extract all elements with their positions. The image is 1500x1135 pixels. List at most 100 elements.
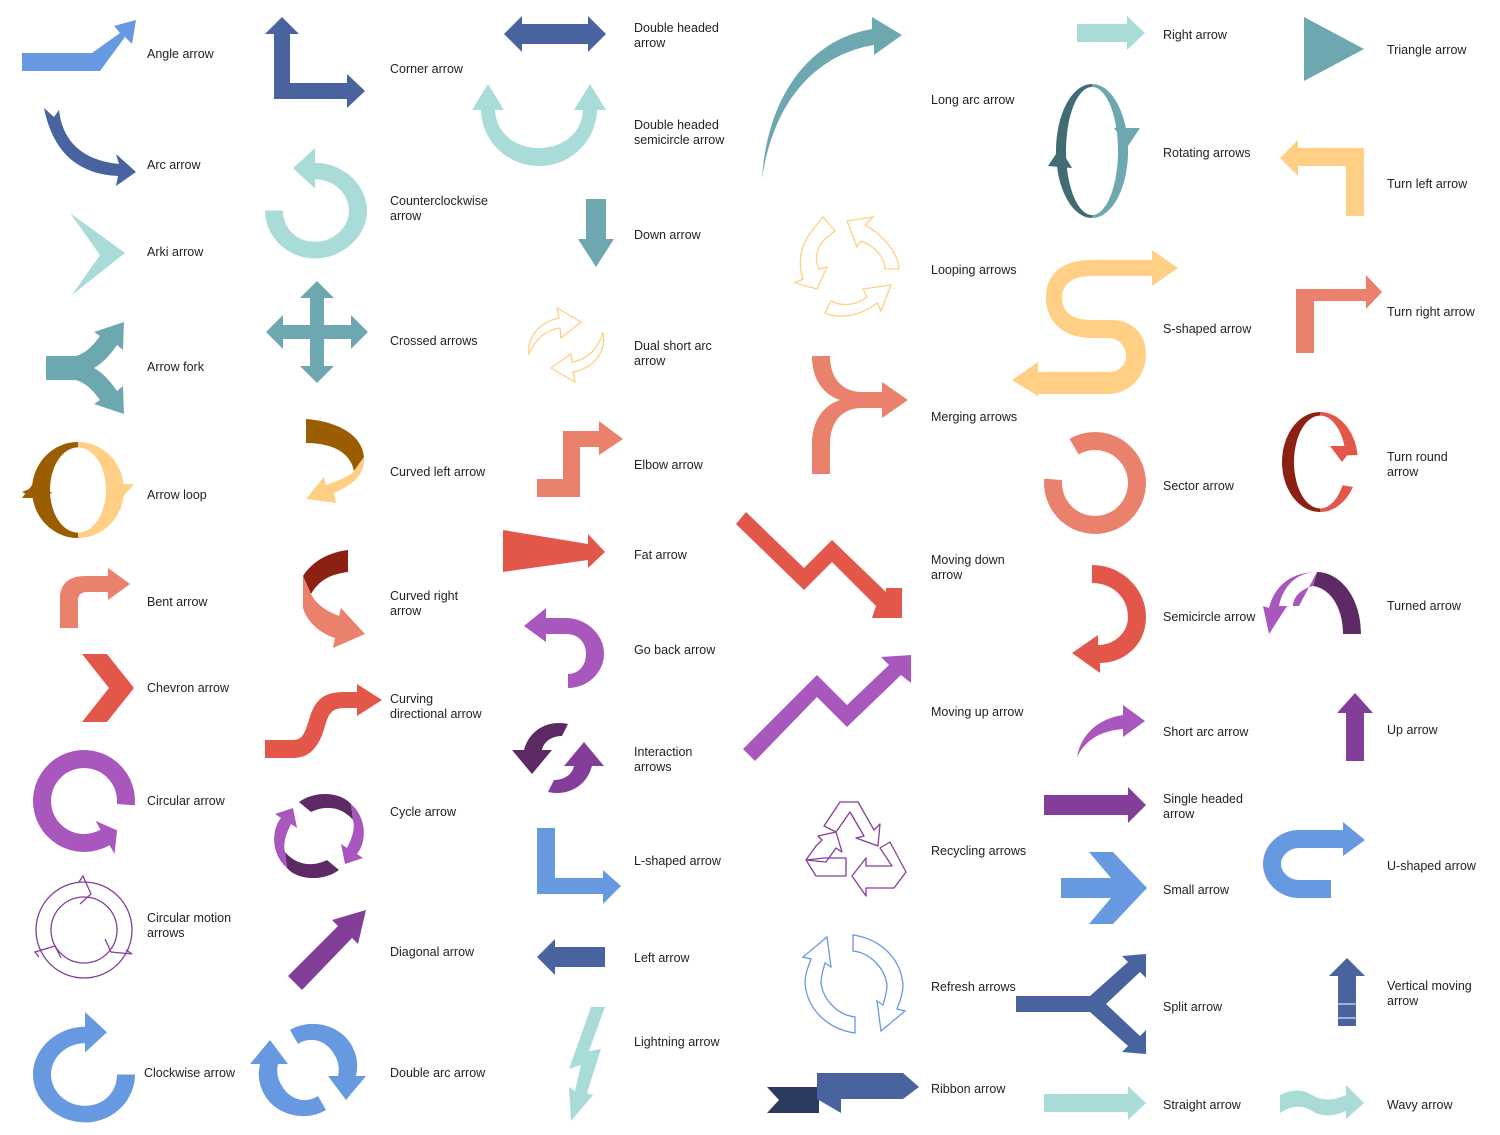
merging-arrows-label: Merging arrows bbox=[931, 410, 1018, 424]
interaction-arrows-icon[interactable] bbox=[510, 720, 606, 796]
vertical-moving-arrow-shape bbox=[1329, 958, 1365, 1026]
double-arc-arrow-icon[interactable] bbox=[250, 1018, 368, 1122]
curving-directional-arrow-icon[interactable] bbox=[265, 684, 383, 759]
double-arc-arrow-label: Double arc arrow bbox=[390, 1066, 486, 1080]
corner-arrow-shape bbox=[265, 17, 365, 108]
arki-arrow-icon[interactable] bbox=[70, 213, 126, 295]
small-arrow-icon[interactable] bbox=[1061, 852, 1147, 924]
counterclockwise-arrow-shape bbox=[265, 148, 367, 259]
angle-arrow-icon[interactable] bbox=[22, 20, 137, 75]
ribbon-arrow-shape bbox=[767, 1073, 919, 1113]
arc-arrow-icon[interactable] bbox=[44, 108, 139, 188]
interaction-arrows-shape bbox=[512, 723, 604, 793]
short-arc-arrow-icon[interactable] bbox=[1077, 705, 1145, 757]
looping-arrows-icon[interactable] bbox=[793, 215, 903, 321]
angle-arrow-label: Angle arrow bbox=[147, 47, 214, 61]
diagonal-arrow-shape bbox=[288, 910, 366, 990]
wavy-arrow-shape bbox=[1280, 1085, 1364, 1119]
turn-right-arrow-icon[interactable] bbox=[1296, 275, 1382, 353]
curved-left-arrow-shape bbox=[306, 419, 365, 503]
curving-directional-arrow-label: Curving directional arrow bbox=[390, 692, 482, 721]
rotating-arrows-label: Rotating arrows bbox=[1163, 146, 1251, 160]
single-headed-arrow-icon[interactable] bbox=[1044, 787, 1146, 823]
arrow-fork-label: Arrow fork bbox=[147, 360, 204, 374]
arrow-loop-icon[interactable] bbox=[22, 440, 134, 540]
dual-short-arc-arrow-shape bbox=[528, 306, 605, 384]
semicircle-arrow-icon[interactable] bbox=[1072, 565, 1146, 673]
u-shaped-arrow-icon[interactable] bbox=[1263, 822, 1365, 898]
left-arrow-shape bbox=[537, 939, 605, 975]
rotating-arrows-icon[interactable] bbox=[1044, 82, 1140, 220]
chevron-arrow-icon[interactable] bbox=[82, 654, 134, 722]
arc-arrow-shape bbox=[44, 108, 136, 186]
curved-right-arrow-icon[interactable] bbox=[303, 550, 367, 652]
moving-down-arrow-icon[interactable] bbox=[736, 512, 904, 620]
diagonal-arrow-icon[interactable] bbox=[288, 910, 366, 990]
triangle-arrow-icon[interactable] bbox=[1304, 17, 1364, 81]
curved-left-arrow-icon[interactable] bbox=[304, 419, 366, 521]
bent-arrow-shape bbox=[60, 568, 130, 628]
arrow-loop-shape bbox=[22, 442, 134, 538]
arc-arrow-label: Arc arrow bbox=[147, 158, 201, 172]
clockwise-arrow-icon[interactable] bbox=[33, 1012, 135, 1123]
turn-left-arrow-label: Turn left arrow bbox=[1387, 177, 1468, 191]
fat-arrow-icon[interactable] bbox=[503, 530, 605, 572]
long-arc-arrow-icon[interactable] bbox=[762, 17, 902, 179]
circular-arrow-icon[interactable] bbox=[33, 750, 135, 854]
cycle-arrow-icon[interactable] bbox=[271, 790, 367, 882]
small-arrow-label: Small arrow bbox=[1163, 883, 1229, 897]
turn-left-arrow-icon[interactable] bbox=[1280, 140, 1366, 216]
bent-arrow-icon[interactable] bbox=[60, 568, 130, 628]
split-arrow-icon[interactable] bbox=[1016, 954, 1146, 1054]
single-headed-arrow-shape bbox=[1044, 787, 1146, 823]
triangle-arrow-label: Triangle arrow bbox=[1387, 43, 1467, 57]
lightning-arrow-icon[interactable] bbox=[567, 1007, 605, 1121]
straight-arrow-icon[interactable] bbox=[1044, 1086, 1146, 1120]
vertical-moving-arrow-icon[interactable] bbox=[1329, 958, 1365, 1026]
double-headed-arrow-icon[interactable] bbox=[504, 16, 606, 52]
dual-short-arc-arrow-icon[interactable] bbox=[527, 302, 607, 388]
double-headed-semicircle-arrow-icon[interactable] bbox=[472, 84, 606, 168]
ribbon-arrow-icon[interactable] bbox=[767, 1073, 919, 1113]
sector-arrow-label: Sector arrow bbox=[1163, 479, 1234, 493]
circular-motion-arrows-shape bbox=[33, 874, 133, 979]
circular-arrow-shape bbox=[33, 750, 135, 854]
recycling-arrows-icon[interactable] bbox=[805, 800, 908, 897]
counterclockwise-arrow-icon[interactable] bbox=[265, 148, 367, 259]
up-arrow-icon[interactable] bbox=[1337, 693, 1373, 761]
dual-short-arc-arrow-label: Dual short arc arrow bbox=[634, 339, 712, 368]
wavy-arrow-icon[interactable] bbox=[1280, 1085, 1364, 1121]
go-back-arrow-icon[interactable] bbox=[524, 608, 604, 688]
up-arrow-shape bbox=[1337, 693, 1373, 761]
elbow-arrow-icon[interactable] bbox=[537, 421, 623, 497]
sector-arrow-shape bbox=[1044, 432, 1146, 534]
refresh-arrows-icon[interactable] bbox=[801, 934, 907, 1034]
arrow-loop-label: Arrow loop bbox=[147, 488, 207, 502]
moving-up-arrow-icon[interactable] bbox=[743, 655, 911, 763]
small-arrow-shape bbox=[1061, 852, 1147, 924]
turn-round-arrow-label: Turn round arrow bbox=[1387, 450, 1448, 479]
arrow-fork-icon[interactable] bbox=[46, 322, 126, 414]
arrow-fork-shape bbox=[46, 322, 124, 414]
sector-arrow-icon[interactable] bbox=[1044, 432, 1146, 534]
turned-arrow-icon[interactable] bbox=[1263, 572, 1363, 634]
corner-arrow-icon[interactable] bbox=[265, 17, 367, 117]
left-arrow-icon[interactable] bbox=[537, 939, 605, 975]
merging-arrows-icon[interactable] bbox=[812, 356, 908, 474]
double-headed-arrow-label: Double headed arrow bbox=[634, 21, 719, 50]
down-arrow-icon[interactable] bbox=[578, 199, 614, 267]
arki-arrow-label: Arki arrow bbox=[147, 245, 204, 259]
recycling-arrows-label: Recycling arrows bbox=[931, 844, 1027, 858]
turn-round-arrow-shape bbox=[1282, 412, 1358, 512]
s-shaped-arrow-icon[interactable] bbox=[1012, 250, 1178, 396]
semicircle-arrow-label: Semicircle arrow bbox=[1163, 610, 1256, 624]
l-shaped-arrow-icon[interactable] bbox=[537, 828, 623, 904]
elbow-arrow-label: Elbow arrow bbox=[634, 458, 703, 472]
turn-round-arrow-icon[interactable] bbox=[1280, 410, 1360, 514]
cycle-arrow-label: Cycle arrow bbox=[390, 805, 456, 819]
circular-motion-arrows-icon[interactable] bbox=[33, 874, 135, 979]
crossed-arrows-icon[interactable] bbox=[266, 281, 368, 383]
crossed-arrows-label: Crossed arrows bbox=[390, 334, 478, 348]
long-arc-arrow-label: Long arc arrow bbox=[931, 93, 1015, 107]
right-arrow-icon[interactable] bbox=[1077, 16, 1145, 50]
